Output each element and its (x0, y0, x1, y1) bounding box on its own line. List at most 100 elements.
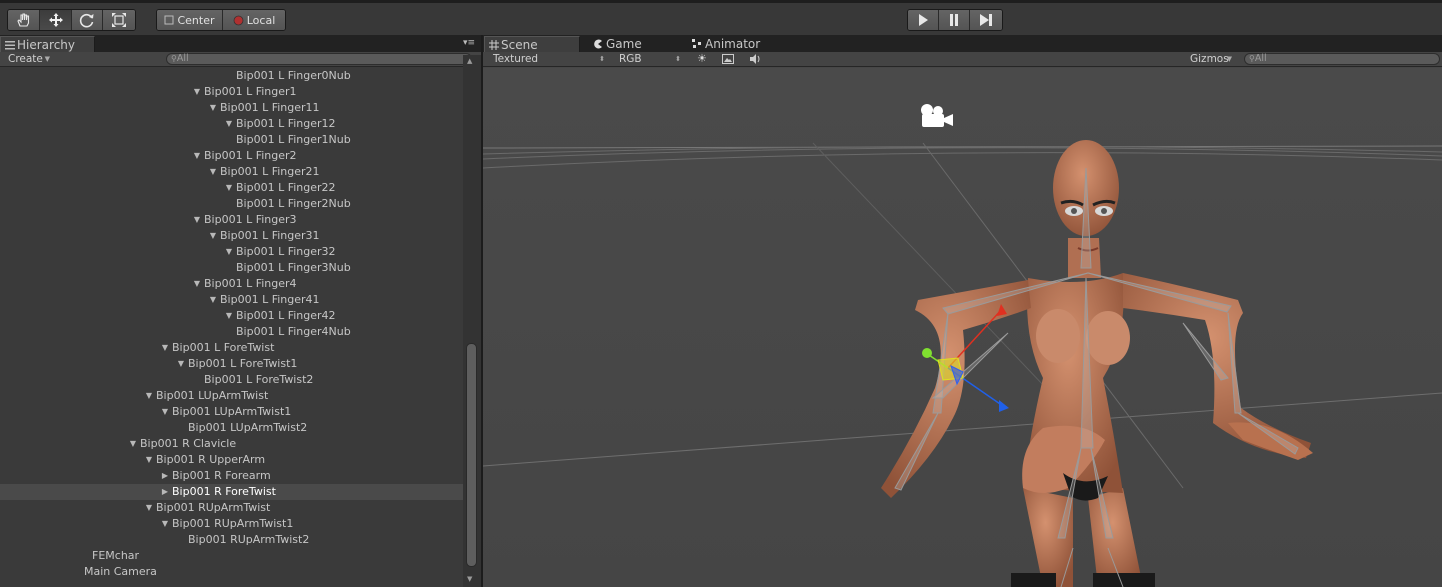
expand-down-icon[interactable]: ▼ (160, 516, 170, 532)
hierarchy-item-label: Bip001 LUpArmTwist (156, 389, 269, 402)
hierarchy-item[interactable]: ▼ Bip001 L Finger4 (0, 276, 463, 292)
tab-hierarchy[interactable]: Hierarchy (0, 36, 95, 52)
scene-panel: Scene Game Animator Textured ⬍ RGB ⬍ ☀ G… (483, 35, 1442, 587)
scroll-up-icon[interactable]: ▲ (467, 57, 472, 65)
scene-viewport[interactable] (483, 68, 1442, 587)
render-mode-dropdown[interactable]: Textured ⬍ (487, 52, 609, 66)
expand-down-icon[interactable]: ▼ (192, 148, 202, 164)
create-dropdown[interactable]: Create ▼ (2, 52, 54, 66)
expand-down-icon[interactable]: ▼ (160, 340, 170, 356)
hierarchy-item[interactable]: ▼ Bip001 R UpperArm (0, 452, 463, 468)
scene-toolbar: Textured ⬍ RGB ⬍ ☀ Gizmos ▼ ⚲All (483, 52, 1442, 67)
hierarchy-panel: Hierarchy ▾≡ Create ▼ ⚲All Bip001 L Fing… (0, 35, 481, 587)
hierarchy-item[interactable]: ▼ Bip001 L Finger12 (0, 116, 463, 132)
hierarchy-item[interactable]: Bip001 L Finger1Nub (0, 132, 463, 148)
hierarchy-item[interactable]: Bip001 L Finger0Nub (0, 68, 463, 84)
expand-down-icon[interactable]: ▼ (192, 84, 202, 100)
hierarchy-item-label: Bip001 L Finger4Nub (236, 325, 351, 338)
color-mode-dropdown[interactable]: RGB ⬍ (613, 52, 685, 66)
animator-icon (692, 39, 701, 48)
pivot-rotation-button[interactable]: Local (223, 10, 285, 30)
color-mode-label: RGB (619, 53, 642, 65)
hierarchy-item[interactable]: ▼ Bip001 L ForeTwist (0, 340, 463, 356)
hierarchy-item[interactable]: Bip001 L Finger3Nub (0, 260, 463, 276)
scroll-down-icon[interactable]: ▼ (467, 575, 472, 583)
sun-icon[interactable]: ☀ (697, 53, 709, 65)
scene-search-placeholder: All (1254, 53, 1267, 64)
hierarchy-item-label: Bip001 RUpArmTwist1 (172, 517, 294, 530)
collapse-right-icon[interactable]: ▶ (160, 468, 170, 484)
expand-down-icon[interactable]: ▼ (192, 276, 202, 292)
hierarchy-item[interactable]: ▼ Bip001 RUpArmTwist (0, 500, 463, 516)
hierarchy-item[interactable]: ▼ Bip001 L Finger31 (0, 228, 463, 244)
hierarchy-item[interactable]: Main Camera (0, 564, 463, 580)
hierarchy-item-label: Bip001 R Forearm (172, 469, 271, 482)
hierarchy-item[interactable]: ▼ Bip001 LUpArmTwist (0, 388, 463, 404)
scene-render (483, 68, 1442, 587)
move-tool-button[interactable] (40, 10, 72, 30)
expand-down-icon[interactable]: ▼ (208, 228, 218, 244)
hierarchy-scrollbar[interactable]: ▲ ▼ (463, 55, 481, 587)
hierarchy-item[interactable]: ▼ Bip001 L Finger41 (0, 292, 463, 308)
hierarchy-item[interactable]: ▼ Bip001 L Finger2 (0, 148, 463, 164)
hierarchy-item[interactable]: ▼ Bip001 L Finger21 (0, 164, 463, 180)
scene-search-input[interactable]: ⚲All (1244, 53, 1440, 65)
hierarchy-item[interactable]: ▶ Bip001 R ForeTwist (0, 484, 463, 500)
expand-down-icon[interactable]: ▼ (224, 180, 234, 196)
local-rotation-icon (233, 15, 244, 25)
collapse-right-icon[interactable]: ▶ (160, 484, 170, 500)
expand-down-icon[interactable]: ▼ (160, 404, 170, 420)
hierarchy-item[interactable]: ▼ Bip001 L Finger42 (0, 308, 463, 324)
gizmos-dropdown[interactable]: Gizmos ▼ (1184, 52, 1236, 66)
expand-down-icon[interactable]: ▼ (224, 244, 234, 260)
pivot-mode-button[interactable]: Center (157, 10, 223, 30)
hierarchy-item[interactable]: Bip001 LUpArmTwist2 (0, 420, 463, 436)
hierarchy-item[interactable]: ▼ Bip001 RUpArmTwist1 (0, 516, 463, 532)
pivot-controls: Center Local (156, 9, 286, 31)
tab-scene[interactable]: Scene (484, 36, 580, 52)
hierarchy-item[interactable]: Bip001 L Finger4Nub (0, 324, 463, 340)
expand-down-icon[interactable]: ▼ (128, 436, 138, 452)
hierarchy-item[interactable]: Bip001 L Finger2Nub (0, 196, 463, 212)
expand-down-icon[interactable]: ▼ (192, 212, 202, 228)
hand-tool-button[interactable] (8, 10, 40, 30)
panel-menu-icon[interactable]: ▾≡ (463, 38, 477, 50)
hierarchy-item[interactable]: Bip001 L ForeTwist2 (0, 372, 463, 388)
hierarchy-item[interactable]: ▶ Bip001 R Forearm (0, 468, 463, 484)
hierarchy-item[interactable]: ▼ Bip001 R Clavicle (0, 436, 463, 452)
expand-down-icon[interactable]: ▼ (144, 388, 154, 404)
expand-down-icon[interactable]: ▼ (224, 116, 234, 132)
hierarchy-item[interactable]: FEMchar (0, 548, 463, 564)
hierarchy-item[interactable]: ▼ Bip001 L Finger1 (0, 84, 463, 100)
rotate-icon (79, 13, 94, 28)
speaker-icon[interactable] (749, 53, 763, 65)
image-icon[interactable] (722, 54, 734, 64)
hierarchy-item[interactable]: Bip001 RUpArmTwist2 (0, 532, 463, 548)
tab-animator[interactable]: Animator (689, 36, 799, 52)
tab-game[interactable]: Game (590, 36, 680, 52)
play-button[interactable] (908, 10, 939, 30)
scene-tab-label: Scene (501, 38, 538, 52)
hierarchy-item[interactable]: ▼ Bip001 L ForeTwist1 (0, 356, 463, 372)
scale-tool-button[interactable] (103, 10, 135, 30)
expand-down-icon[interactable]: ▼ (208, 100, 218, 116)
pacman-icon (594, 39, 602, 49)
grid-icon (489, 40, 499, 50)
rotate-tool-button[interactable] (72, 10, 103, 30)
hierarchy-item[interactable]: ▼ Bip001 LUpArmTwist1 (0, 404, 463, 420)
expand-down-icon[interactable]: ▼ (144, 500, 154, 516)
step-button[interactable] (970, 10, 1002, 30)
expand-down-icon[interactable]: ▼ (208, 164, 218, 180)
hierarchy-search-input[interactable]: ⚲All (166, 53, 472, 65)
scene-tab-bar: Scene Game Animator (483, 35, 1442, 52)
hierarchy-item[interactable]: ▼ Bip001 L Finger11 (0, 100, 463, 116)
pause-button[interactable] (939, 10, 970, 30)
expand-down-icon[interactable]: ▼ (224, 308, 234, 324)
expand-down-icon[interactable]: ▼ (176, 356, 186, 372)
expand-down-icon[interactable]: ▼ (144, 452, 154, 468)
hierarchy-item[interactable]: ▼ Bip001 L Finger3 (0, 212, 463, 228)
expand-down-icon[interactable]: ▼ (208, 292, 218, 308)
scrollbar-thumb[interactable] (466, 343, 477, 567)
hierarchy-item[interactable]: ▼ Bip001 L Finger22 (0, 180, 463, 196)
hierarchy-item[interactable]: ▼ Bip001 L Finger32 (0, 244, 463, 260)
